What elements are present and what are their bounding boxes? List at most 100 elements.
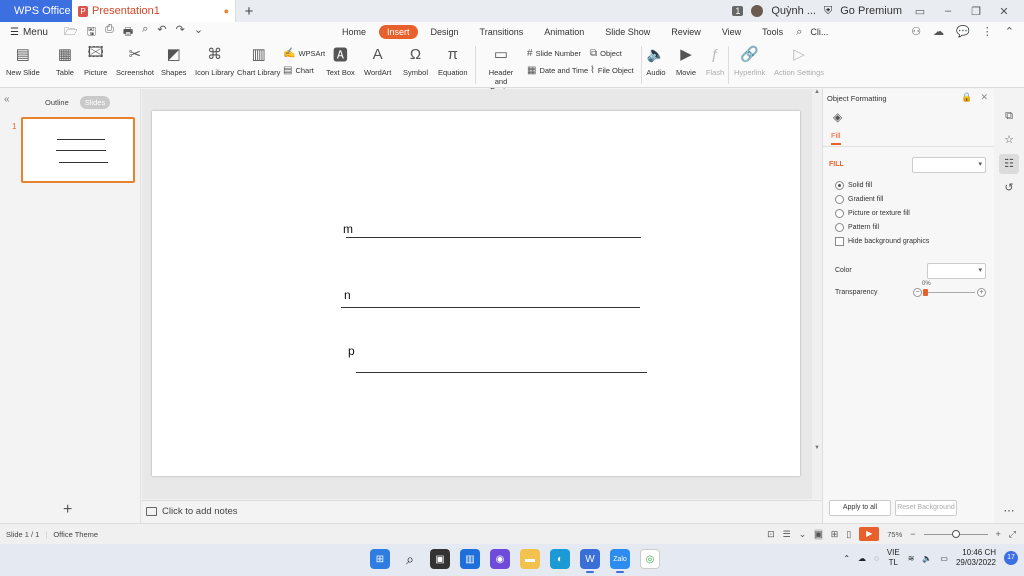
chevron-down-icon[interactable]: ⌄ <box>799 529 807 540</box>
clock[interactable]: 10:46 CH 29/03/2022 <box>956 548 996 568</box>
action-settings-button[interactable]: ▷ Action Settings <box>774 44 824 77</box>
slide-label-n[interactable]: n <box>344 288 351 302</box>
new-slide-button[interactable]: ▤ New Slide <box>6 44 40 77</box>
slide-thumbnail[interactable] <box>21 117 135 183</box>
radio[interactable] <box>835 209 844 218</box>
gradient-fill-option[interactable]: Gradient fill <box>835 195 883 204</box>
scroll-up-icon[interactable]: ▲ <box>812 89 822 95</box>
share-user-icon[interactable]: ⚇ <box>911 25 921 38</box>
picture-button[interactable]: 🖾 Picture <box>84 44 107 78</box>
solid-fill-option[interactable]: Solid fill <box>835 181 872 190</box>
minimize-button[interactable]: – <box>938 5 958 17</box>
file-object-button[interactable]: ⌇ File Object <box>590 65 634 76</box>
symbol-button[interactable]: Ω Symbol <box>403 44 428 78</box>
tab-fill[interactable]: Fill <box>831 131 841 145</box>
movie-button[interactable]: ▶ Movie <box>676 44 696 77</box>
slide-line[interactable] <box>356 372 647 373</box>
screenshot-button[interactable]: ✂ Screenshot <box>116 44 154 77</box>
history-icon[interactable]: ↺ <box>999 178 1019 198</box>
presentation-tab[interactable]: P Presentation1 ● <box>72 0 236 22</box>
wps-office-tab[interactable]: WPS Office <box>0 0 72 22</box>
language-indicator[interactable]: VIE TL <box>887 548 900 568</box>
icon-library-button[interactable]: ⌘ Icon Library <box>195 44 234 77</box>
more-options-icon[interactable]: ⋯ <box>999 501 1019 521</box>
zalo-icon[interactable]: Zalo <box>610 549 630 573</box>
slide-canvas[interactable]: m n p <box>152 111 800 476</box>
export-pdf-icon[interactable]: ⎙ <box>105 23 114 42</box>
volume-icon[interactable]: 🔈 <box>922 554 932 563</box>
shapes-button[interactable]: ◩ Shapes <box>161 44 186 77</box>
menu-button[interactable]: ☰ Menu <box>0 27 58 38</box>
checkbox[interactable] <box>835 237 844 246</box>
new-tab-button[interactable]: + <box>236 0 262 22</box>
fill-bucket-icon[interactable]: ◈ <box>833 110 842 124</box>
date-time-button[interactable]: ▦ Date and Time <box>527 65 588 76</box>
slide-line[interactable] <box>341 307 640 308</box>
star-icon[interactable]: ☆ <box>999 130 1019 150</box>
more-icon[interactable]: ⋮ <box>982 25 993 38</box>
radio-checked[interactable] <box>835 181 844 190</box>
search-icon[interactable]: ⌕ <box>400 549 420 569</box>
chevron-up-icon[interactable]: ⌃ <box>843 554 850 563</box>
panel-title[interactable]: Object Formatting <box>827 94 887 103</box>
normal-view-icon[interactable]: ▣ <box>814 528 823 540</box>
slider-track[interactable] <box>925 292 975 293</box>
file-explorer-icon[interactable]: ▬ <box>520 549 540 569</box>
edge-browser-icon[interactable]: ◐ <box>550 549 570 569</box>
go-premium-button[interactable]: Go Premium <box>840 5 902 17</box>
redo-icon[interactable]: ↷ <box>176 23 185 42</box>
slide-number-button[interactable]: # Slide Number <box>527 48 581 59</box>
close-panel-icon[interactable]: ✕ <box>980 92 988 103</box>
close-button[interactable]: ✕ <box>994 5 1014 18</box>
wordart-button[interactable]: A WordArt <box>364 44 391 78</box>
avatar[interactable] <box>751 5 764 17</box>
tab-design[interactable]: Design <box>423 25 467 39</box>
text-box-button[interactable]: 🅰 Text Box <box>326 44 355 78</box>
play-slideshow-button[interactable]: ▶ <box>859 527 880 541</box>
reading-view-icon[interactable]: ▯ <box>846 529 851 540</box>
comment-icon[interactable]: 💬 <box>956 25 970 38</box>
zoom-handle[interactable] <box>951 529 960 538</box>
radio[interactable] <box>835 223 844 232</box>
add-slide-button[interactable]: + <box>63 501 72 519</box>
outline-tab[interactable]: Outline <box>40 96 74 109</box>
color-dropdown[interactable] <box>927 263 986 279</box>
hyperlink-button[interactable]: 🔗 Hyperlink <box>734 44 765 77</box>
theme-name[interactable]: Office Theme <box>47 530 104 539</box>
design-panel-icon[interactable]: ⧉ <box>999 106 1019 126</box>
hide-background-option[interactable]: Hide background graphics <box>835 237 929 246</box>
tab-slide-show[interactable]: Slide Show <box>597 25 658 39</box>
scroll-down-icon[interactable]: ▼ <box>812 445 822 451</box>
tab-home[interactable]: Home <box>334 25 374 39</box>
tab-review[interactable]: Review <box>663 25 709 39</box>
user-name[interactable]: Quỳnh ... <box>771 5 816 17</box>
properties-sliders-icon[interactable]: ☷ <box>999 154 1019 174</box>
notification-badge[interactable]: 17 <box>1004 551 1018 565</box>
fit-page-icon[interactable]: ⊡ <box>767 529 775 540</box>
tab-transitions[interactable]: Transitions <box>472 25 532 39</box>
fill-type-dropdown[interactable] <box>912 157 986 173</box>
chart-library-button[interactable]: ▥ Chart Library <box>237 44 280 77</box>
widgets-icon[interactable]: ▥ <box>460 549 480 569</box>
maximize-button[interactable]: ❐ <box>966 5 986 18</box>
zoom-in-button[interactable]: + <box>996 529 1001 539</box>
audio-button[interactable]: 🔈 Audio <box>646 44 666 77</box>
collapse-panel-icon[interactable]: « <box>4 94 10 105</box>
zoom-slider[interactable] <box>923 529 988 538</box>
tab-insert[interactable]: Insert <box>379 25 418 39</box>
notes-toggle-icon[interactable]: ☰ <box>783 529 791 540</box>
cloud-icon[interactable]: ☁ <box>933 25 944 38</box>
zoom-level[interactable]: 75% <box>887 530 902 539</box>
header-footer-button[interactable]: ▭Header and Footer <box>483 44 519 95</box>
chart-button[interactable]: ▤ Chart <box>283 65 314 76</box>
slide-scrollbar[interactable]: ▲ ▼ <box>812 89 822 499</box>
object-button[interactable]: ⧉ Object <box>590 48 622 59</box>
tab-search-cli[interactable]: Cli... <box>802 25 836 39</box>
windows-start-icon[interactable]: ⊞ <box>370 549 390 569</box>
window-count-badge[interactable]: 1 <box>732 6 744 16</box>
fullscreen-icon[interactable]: ⤢ <box>1009 529 1016 540</box>
wifi-icon[interactable]: ≋ <box>908 554 915 563</box>
print-icon[interactable]: 🖶 <box>123 23 133 42</box>
slides-tab[interactable]: Slides <box>79 96 111 109</box>
picture-fill-option[interactable]: Picture or texture fill <box>835 209 910 218</box>
